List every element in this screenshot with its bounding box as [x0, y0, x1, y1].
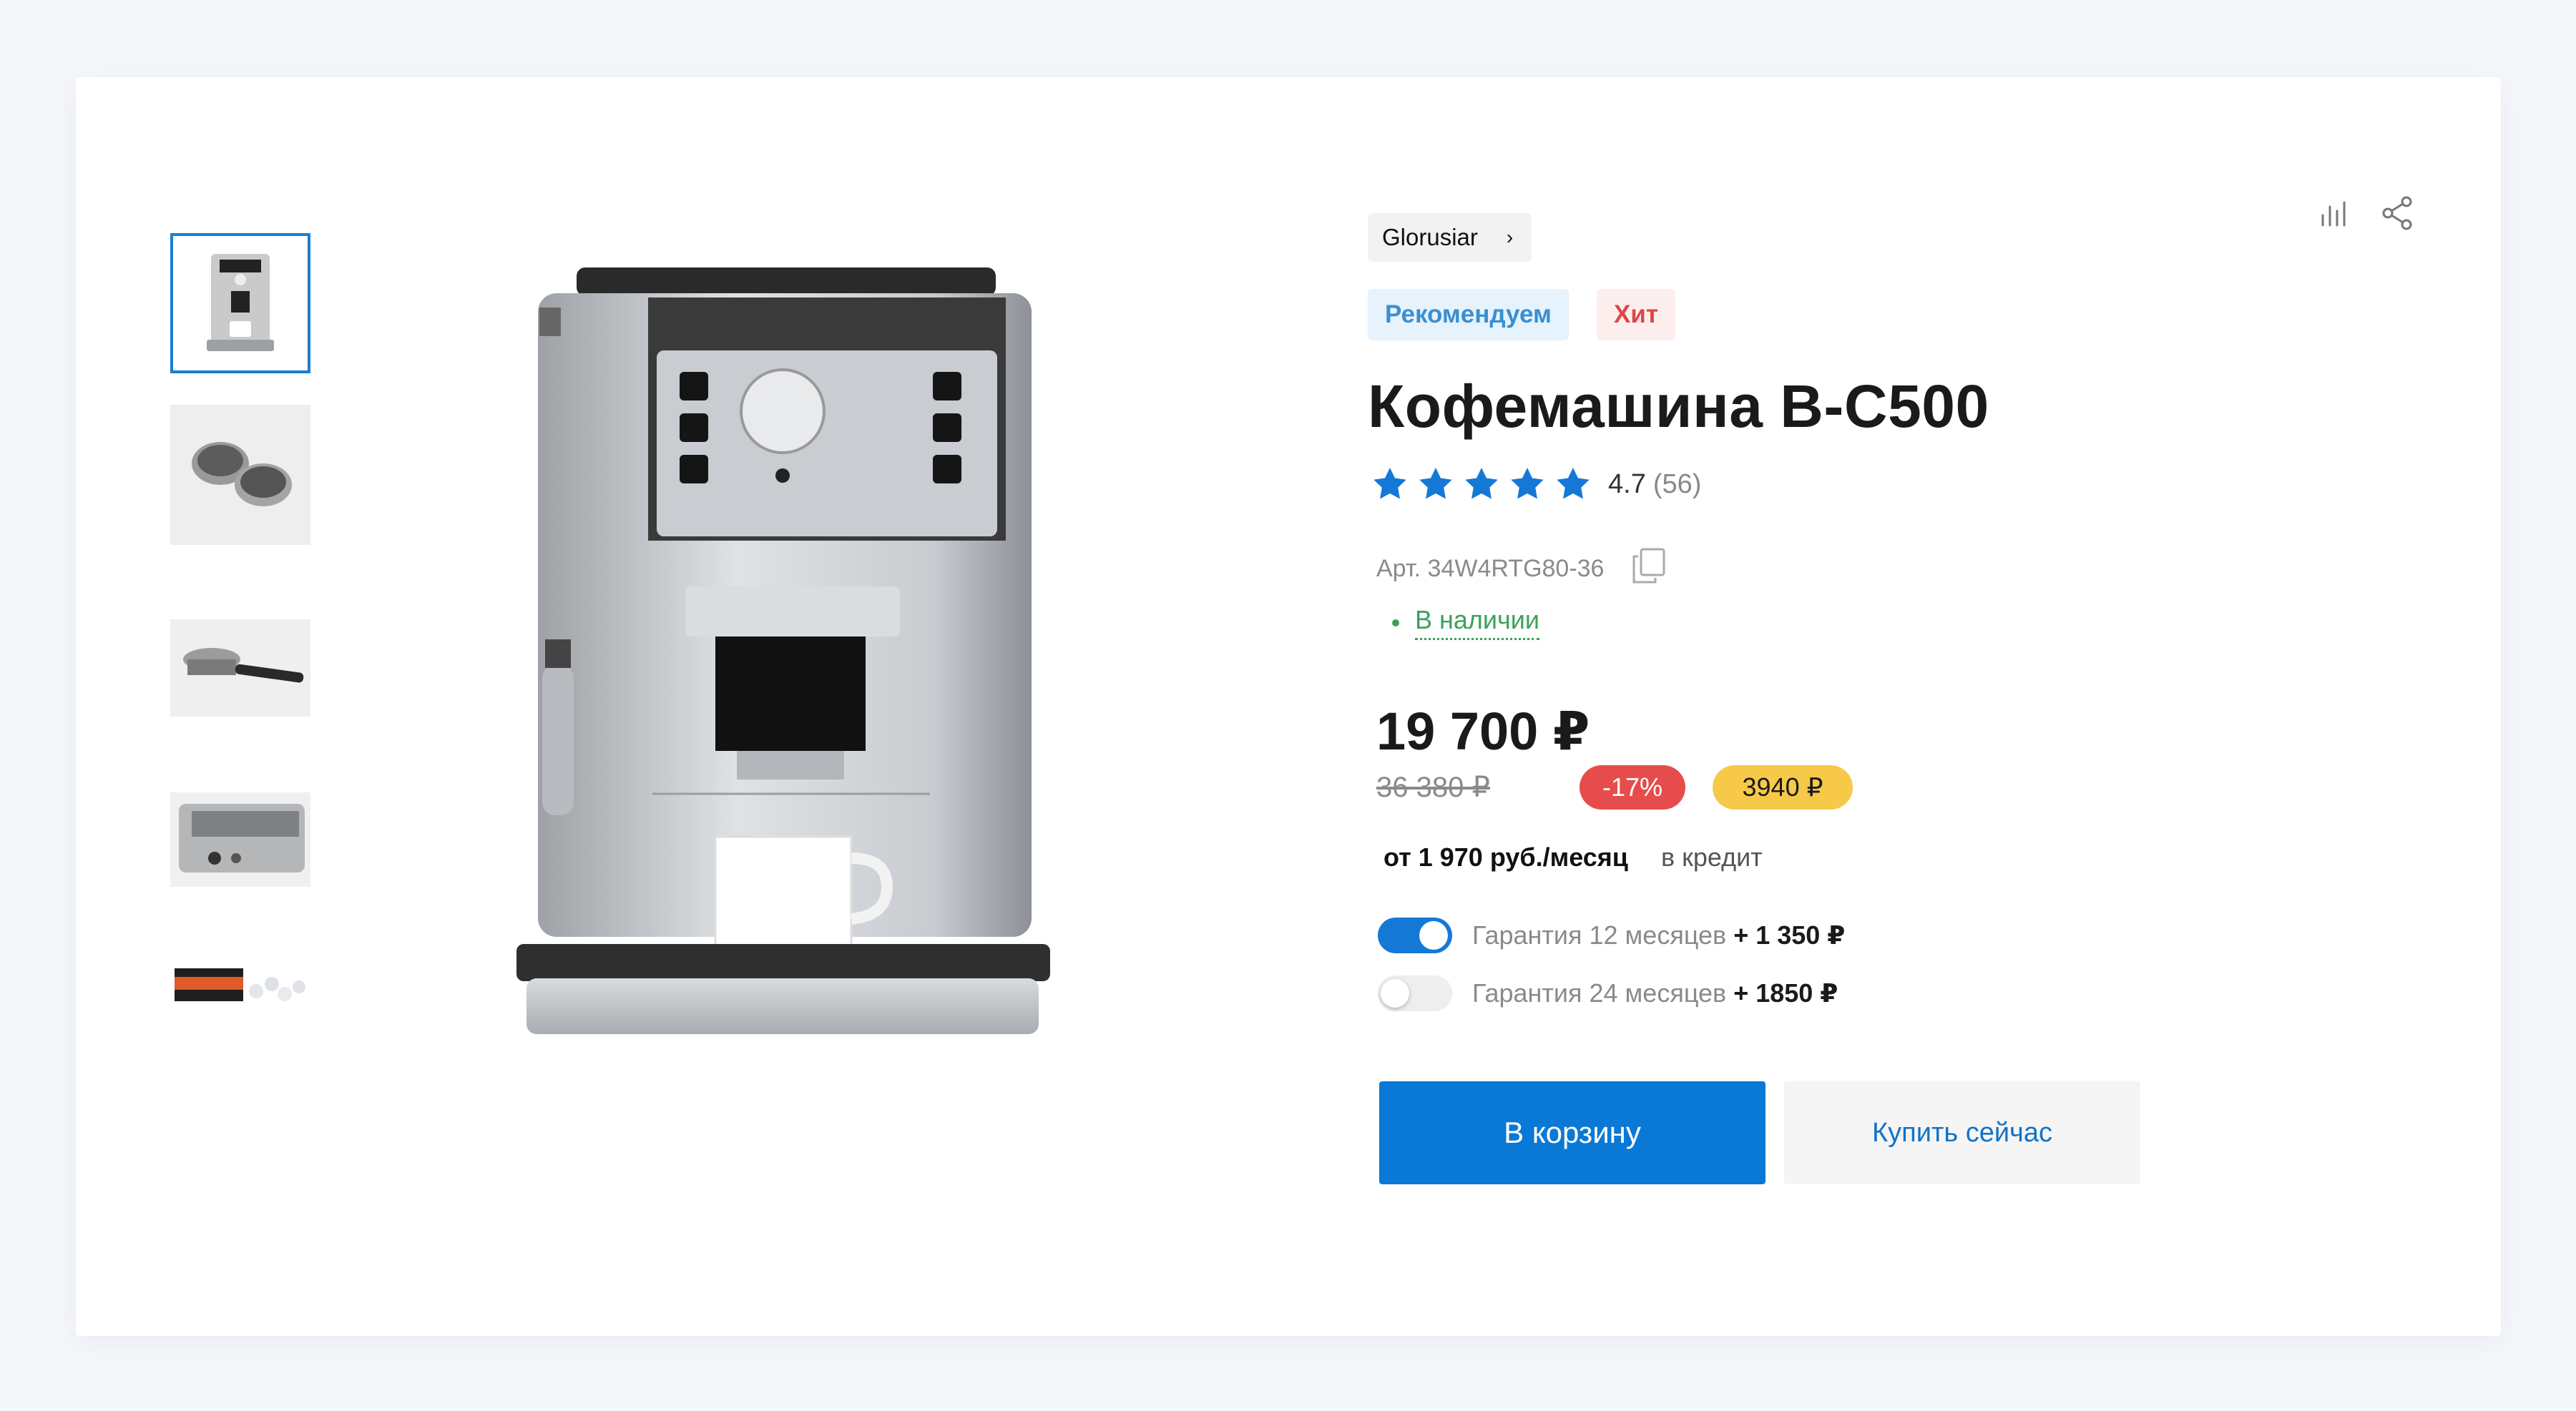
copy-icon[interactable] — [1630, 546, 1668, 591]
product-rating[interactable]: 4.7 (56) — [1371, 465, 1701, 503]
product-title: Кофемашина B-C500 — [1368, 373, 1989, 440]
warranty-12-label: Гарантия 12 месяцев — [1472, 920, 1727, 950]
warranty-24-toggle[interactable] — [1378, 975, 1452, 1011]
warranty-12-row: Гарантия 12 месяцев + 1 350 ₽ — [1378, 918, 1845, 953]
thumbnail-filter-baskets[interactable] — [170, 405, 310, 545]
sku-text: Арт. 34W4RTG80-36 — [1376, 555, 1605, 582]
thumbnail-coffee-machine[interactable] — [170, 233, 310, 373]
old-price: 36 380 ₽ — [1376, 772, 1490, 803]
sku-row: Арт. 34W4RTG80-36 — [1376, 546, 1668, 591]
warranty-12-price: + 1 350 ₽ — [1733, 920, 1846, 950]
buy-now-button[interactable]: Купить сейчас — [1784, 1081, 2140, 1184]
warranty-12-toggle[interactable] — [1378, 918, 1452, 953]
stock-status[interactable]: В наличии — [1392, 605, 1540, 640]
bonus-badge: 3940 ₽ — [1713, 765, 1853, 810]
main-product-image — [501, 250, 1059, 1044]
current-price: 19 700 ₽ — [1376, 702, 1590, 761]
badge-recommended: Рекомендуем — [1368, 289, 1569, 340]
credit-offer[interactable]: от 1 970 руб./месяц в кредит — [1384, 842, 1763, 872]
thumbnail-drip-tray[interactable] — [170, 792, 310, 887]
star-icon — [1419, 468, 1452, 499]
brand-name: Glorusiar — [1382, 224, 1478, 250]
discount-badge: -17% — [1580, 765, 1685, 810]
chevron-right-icon: › — [1506, 226, 1514, 248]
credit-label: в кредит — [1660, 842, 1763, 872]
add-to-cart-button[interactable]: В корзину — [1379, 1081, 1766, 1184]
credit-amount: от 1 970 руб./месяц — [1384, 842, 1628, 872]
stock-text: В наличии — [1415, 605, 1540, 640]
star-icon — [1465, 468, 1498, 499]
stock-dot — [1392, 619, 1399, 626]
compare-icon[interactable] — [2313, 192, 2356, 235]
star-icon — [1511, 468, 1544, 499]
thumbnail-descaling-tablets[interactable] — [170, 948, 310, 1023]
thumbnail-portafilter[interactable] — [170, 619, 310, 717]
rating-value: 4.7 — [1608, 468, 1646, 499]
share-icon[interactable] — [2376, 192, 2419, 235]
star-icon — [1373, 468, 1406, 499]
brand-link[interactable]: Glorusiar › — [1368, 213, 1532, 262]
warranty-24-price: + 1850 ₽ — [1733, 978, 1838, 1008]
warranty-24-label: Гарантия 24 месяцев — [1472, 978, 1727, 1008]
warranty-24-row: Гарантия 24 месяцев + 1850 ₽ — [1378, 975, 1838, 1011]
star-icon — [1557, 468, 1590, 499]
rating-count[interactable]: (56) — [1653, 469, 1702, 500]
badge-hit: Хит — [1597, 289, 1676, 340]
